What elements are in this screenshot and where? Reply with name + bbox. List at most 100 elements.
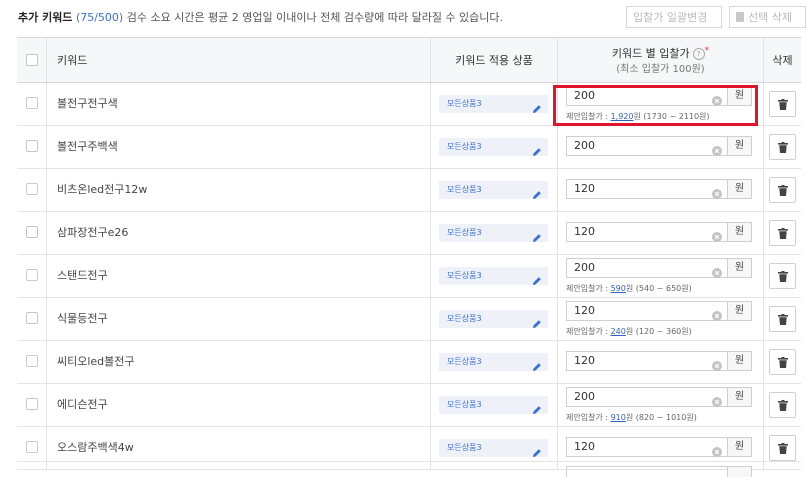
product-tag-label: 모든상품3 — [447, 400, 482, 409]
bid-value: 120 — [574, 304, 595, 317]
bid-field: 200 원 — [566, 136, 752, 156]
table-row: 볼전구주백색 모든상품3 200 원 — [17, 126, 801, 169]
pencil-icon[interactable] — [532, 271, 542, 285]
bid-input[interactable]: 120 — [566, 437, 728, 457]
bid-input[interactable] — [566, 466, 728, 477]
table-row: 에디슨전구 모든상품3 200 원 제안입찰가 : 910원 (820 ~ 10… — [17, 384, 801, 427]
bid-field: 200 원 — [566, 387, 752, 407]
product-tag-label: 모든상품3 — [447, 443, 482, 452]
pencil-icon[interactable] — [532, 443, 542, 457]
suggested-bid-range: (820 ~ 1010원) — [635, 413, 697, 422]
product-tag[interactable]: 모든상품3 — [439, 310, 548, 328]
keyword-text: 볼전구주백색 — [57, 140, 118, 153]
suggested-bid-link[interactable]: 240 — [611, 327, 626, 336]
table-row: 식물등전구 모든상품3 120 원 제안입찰가 : 240원 (120 ~ 36… — [17, 298, 801, 341]
suggested-bid-link[interactable]: 590 — [611, 284, 626, 293]
pencil-icon[interactable] — [532, 228, 542, 242]
bid-input[interactable]: 120 — [566, 301, 728, 321]
delete-row-button[interactable] — [769, 349, 796, 375]
suggested-bid: 제안입찰가 : 240원 (120 ~ 360원) — [566, 327, 692, 336]
product-tag-label: 모든상품3 — [447, 185, 482, 194]
pencil-icon[interactable] — [532, 400, 542, 414]
keyword-text: 스탠드전구 — [57, 269, 108, 282]
product-tag[interactable]: 모든상품3 — [439, 138, 548, 156]
row-checkbox[interactable] — [26, 355, 38, 367]
product-tag[interactable]: 모든상품3 — [439, 396, 548, 414]
bid-value: 200 — [574, 261, 595, 274]
row-checkbox[interactable] — [26, 269, 38, 281]
row-checkbox[interactable] — [26, 97, 38, 109]
delete-row-button[interactable] — [769, 263, 796, 289]
row-checkbox[interactable] — [26, 398, 38, 410]
clear-icon[interactable] — [712, 356, 722, 371]
clear-icon[interactable] — [712, 392, 722, 407]
keyword-text: 삼파장전구e26 — [57, 226, 129, 239]
bid-input[interactable]: 120 — [566, 179, 728, 199]
bid-value: 120 — [574, 182, 595, 195]
col-bid: 키워드 별 입찰가? * — [611, 46, 710, 60]
table-row: 삼파장전구e26 모든상품3 120 원 — [17, 212, 801, 255]
table-row: 비츠온led전구12w 모든상품3 120 원 — [17, 169, 801, 212]
product-tag-label: 모든상품3 — [447, 271, 482, 280]
unit-label: 원 — [727, 179, 752, 199]
bulk-bid-change-button[interactable]: 입찰가 일괄변경 — [626, 6, 722, 28]
suggested-bid-link[interactable]: 910 — [611, 413, 626, 422]
col-keyword: 키워드 — [57, 54, 88, 67]
clear-icon[interactable] — [712, 442, 722, 457]
delete-row-button[interactable] — [769, 177, 796, 203]
row-checkbox[interactable] — [26, 183, 38, 195]
suggested-bid: 제안입찰가 : 590원 (540 ~ 650원) — [566, 284, 692, 293]
bid-input[interactable]: 120 — [566, 222, 728, 242]
product-tag-label: 모든상품3 — [447, 142, 482, 151]
bid-input[interactable]: 200 — [566, 387, 728, 407]
product-tag[interactable]: 모든상품3 — [439, 224, 548, 242]
row-checkbox[interactable] — [26, 441, 38, 453]
suggested-bid-range: (120 ~ 360원) — [635, 327, 692, 336]
pencil-icon[interactable] — [532, 314, 542, 328]
bid-input[interactable]: 200 — [566, 258, 728, 278]
delete-selected-label: 선택 삭제 — [748, 11, 792, 24]
clear-icon[interactable] — [712, 184, 722, 199]
product-tag[interactable]: 모든상품3 — [439, 95, 548, 113]
col-product: 키워드 적용 상품 — [455, 54, 533, 67]
delete-row-button[interactable] — [769, 306, 796, 332]
clear-icon[interactable] — [712, 306, 722, 321]
pencil-icon[interactable] — [532, 99, 542, 113]
section-heading: 추가 키워드 (75/500) 검수 소요 시간은 평균 2 영업일 이내이나 … — [18, 9, 503, 25]
pencil-icon[interactable] — [532, 185, 542, 199]
select-all-checkbox[interactable] — [26, 54, 38, 66]
delete-row-button[interactable] — [769, 91, 796, 117]
bid-input[interactable]: 200 — [566, 136, 728, 156]
unit-label: 원 — [727, 301, 752, 321]
product-tag[interactable]: 모든상품3 — [439, 353, 548, 371]
table-body: 볼전구전구색 모든상품3 200 원 제안입찰가 : 1,920원 (1730 … — [17, 83, 801, 470]
clear-icon[interactable] — [712, 227, 722, 242]
product-tag[interactable]: 모든상품3 — [439, 267, 548, 285]
product-tag[interactable]: 모든상품3 — [439, 181, 548, 199]
pencil-icon[interactable] — [532, 357, 542, 371]
product-tag[interactable]: 모든상품3 — [439, 439, 548, 457]
keyword-count: (75/500) — [75, 11, 124, 24]
bid-input[interactable]: 120 — [566, 351, 728, 371]
unit-label — [727, 466, 752, 477]
row-checkbox[interactable] — [26, 312, 38, 324]
row-checkbox[interactable] — [26, 140, 38, 152]
delete-row-button[interactable] — [769, 134, 796, 160]
row-checkbox[interactable] — [26, 226, 38, 238]
clear-icon[interactable] — [712, 263, 722, 278]
pencil-icon[interactable] — [532, 142, 542, 156]
help-icon[interactable]: ? — [692, 48, 705, 60]
required-mark: * — [704, 46, 710, 56]
unit-label: 원 — [727, 222, 752, 242]
bid-value: 120 — [574, 440, 595, 453]
delete-row-button[interactable] — [769, 220, 796, 246]
unit-label: 원 — [727, 351, 752, 371]
clear-icon[interactable] — [712, 141, 722, 156]
delete-row-button[interactable] — [769, 392, 796, 418]
trash-icon — [736, 12, 744, 22]
bid-field: 120 원 — [566, 179, 752, 199]
table-header: 키워드 키워드 적용 상품 키워드 별 입찰가? * (최소 입찰가 100원) … — [17, 38, 801, 83]
left-edge — [0, 37, 2, 477]
delete-selected-button[interactable]: 선택 삭제 — [729, 6, 806, 28]
delete-row-button[interactable] — [769, 435, 796, 461]
